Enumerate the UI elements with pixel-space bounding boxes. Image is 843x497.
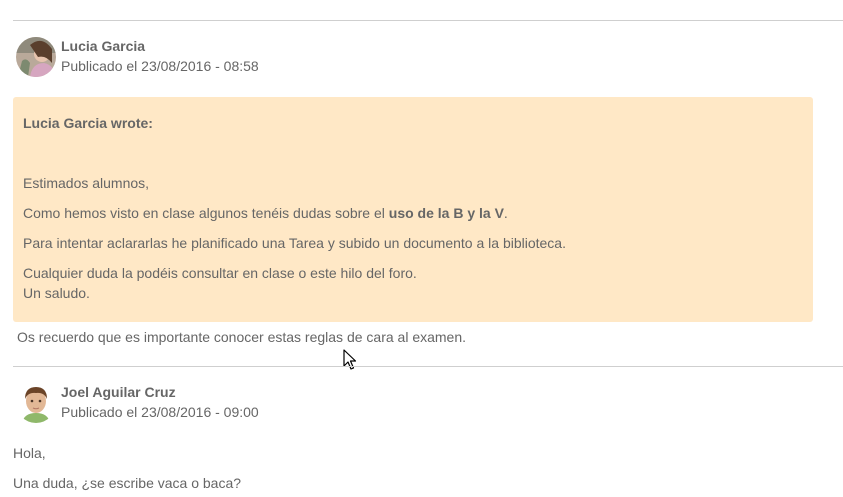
post-divider-top	[13, 20, 843, 21]
quote-line-1: Como hemos visto en clase algunos tenéis…	[23, 203, 803, 223]
quote-line-1-end: .	[503, 205, 508, 221]
quote-line-1-bold: uso de la B y la V	[388, 205, 504, 221]
mouse-cursor-icon	[343, 349, 357, 370]
post-date: Publicado el 23/08/2016 - 09:00	[61, 404, 259, 420]
quote-spacer	[23, 133, 803, 173]
post-header-joel: Joel Aguilar Cruz Publicado el 23/08/201…	[16, 383, 259, 423]
user-avatar-icon	[16, 383, 56, 423]
post-divider	[13, 366, 843, 367]
post-date: Publicado el 23/08/2016 - 08:58	[61, 58, 259, 74]
quote-line-3: Cualquier duda la podéis consultar en cl…	[23, 265, 417, 281]
quote-greeting: Estimados alumnos,	[23, 175, 150, 191]
post-header-lucia: Lucia Garcia Publicado el 23/08/2016 - 0…	[16, 37, 259, 77]
avatar[interactable]	[16, 37, 56, 77]
quote-line-2: Para intentar aclararlas he planificado …	[23, 235, 566, 251]
avatar[interactable]	[16, 383, 56, 423]
post-body-text: Os recuerdo que es importante conocer es…	[17, 329, 467, 345]
quote-line-1-text: Como hemos visto en clase algunos tenéis…	[23, 205, 389, 221]
quote-box: Lucia Garcia wrote: Estimados alumnos, C…	[13, 97, 813, 322]
quote-title: Lucia Garcia wrote:	[23, 115, 153, 131]
author-name[interactable]: Joel Aguilar Cruz	[61, 382, 259, 402]
quote-line-4: Un saludo.	[23, 285, 90, 301]
post-body-line-1: Hola,	[13, 445, 46, 461]
post-body-line-2: Una duda, ¿se escribe vaca o baca?	[13, 475, 242, 491]
user-avatar-icon	[16, 37, 56, 77]
author-name[interactable]: Lucia Garcia	[61, 36, 259, 56]
